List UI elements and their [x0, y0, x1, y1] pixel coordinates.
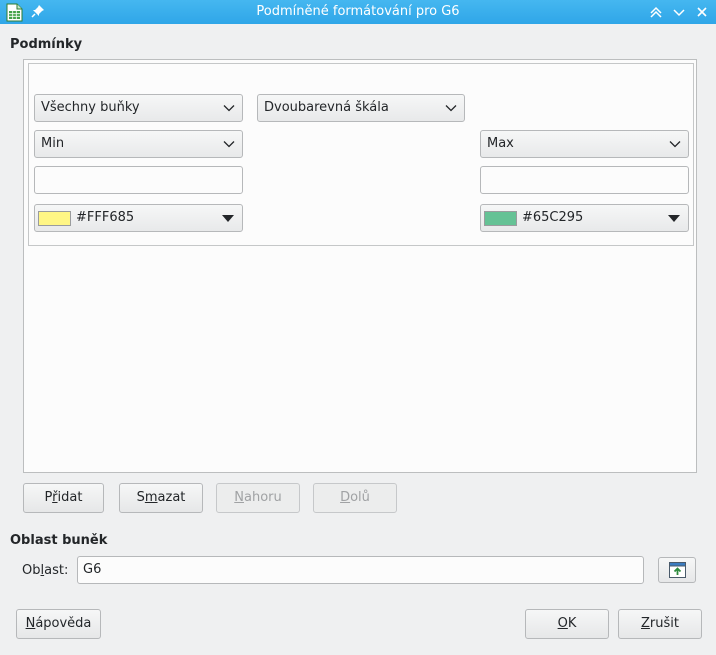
help-label-mnemonic: N	[25, 616, 36, 631]
min-type-dropdown[interactable]: Min	[34, 130, 243, 158]
move-down-label-rest: olů	[350, 490, 370, 505]
delete-button[interactable]: Smazat	[119, 483, 203, 513]
delete-label-rest: azat	[157, 490, 186, 505]
range-label: Oblast:	[22, 563, 68, 578]
move-up-button[interactable]: Nahoru	[216, 483, 300, 513]
ok-label-mnemonic: O	[557, 616, 568, 631]
move-up-label-mnemonic: N	[234, 490, 244, 505]
ok-label-rest: K	[567, 616, 577, 631]
max-color-label: #65C295	[522, 210, 584, 225]
chevron-down-icon	[669, 141, 681, 148]
help-button[interactable]: Nápověda	[16, 609, 101, 639]
max-color-swatch	[484, 211, 517, 226]
range-input[interactable]: G6	[77, 556, 644, 584]
move-down-label-mnemonic: D	[340, 490, 351, 505]
min-type-value: Min	[41, 136, 65, 151]
apply-to-dropdown[interactable]: Všechny buňky	[34, 94, 243, 122]
title-bar[interactable]: Podmíněné formátování pro G6	[0, 0, 716, 24]
close-icon[interactable]	[694, 4, 710, 20]
max-value-field[interactable]	[480, 166, 689, 194]
condition-entry[interactable]: Všechny buňky Dvoubarevná škála Min Max …	[28, 63, 694, 246]
apply-to-value: Všechny buňky	[41, 100, 140, 115]
minimize-icon[interactable]	[671, 4, 687, 20]
delete-label-mnemonic: m	[144, 490, 158, 505]
keep-above-icon[interactable]	[648, 4, 664, 20]
cell-range-heading: Oblast buněk	[10, 533, 108, 548]
cancel-label-rest: rušit	[649, 616, 679, 631]
max-color-picker[interactable]: #65C295	[480, 204, 689, 232]
range-label-text: Ob	[22, 563, 41, 578]
min-color-label: #FFF685	[76, 210, 135, 225]
min-value-field[interactable]	[34, 166, 243, 194]
delete-label: S	[136, 490, 145, 505]
chevron-down-icon	[445, 105, 457, 112]
window-title: Podmíněné formátování pro G6	[256, 4, 460, 19]
format-type-dropdown[interactable]: Dvoubarevná škála	[257, 94, 465, 122]
max-type-dropdown[interactable]: Max	[480, 130, 689, 158]
min-color-swatch	[38, 211, 71, 226]
add-label: P	[44, 490, 53, 505]
add-label-rest: idat	[57, 490, 83, 505]
dropdown-arrow-icon	[222, 215, 234, 222]
chevron-down-icon	[223, 105, 235, 112]
cancel-label-mnemonic: Z	[641, 616, 650, 631]
chevron-down-icon	[223, 141, 235, 148]
range-label-rest: ast:	[44, 563, 69, 578]
max-type-value: Max	[487, 136, 514, 151]
shrink-dialog-icon	[669, 562, 686, 578]
conditions-heading: Podmínky	[10, 37, 83, 52]
move-up-label-rest: ahoru	[243, 490, 282, 505]
help-label-rest: ápověda	[35, 616, 92, 631]
cancel-button[interactable]: Zrušit	[618, 609, 702, 639]
format-type-value: Dvoubarevná škála	[264, 100, 389, 115]
move-down-button[interactable]: Dolů	[313, 483, 397, 513]
ok-button[interactable]: OK	[525, 609, 609, 639]
conditions-list[interactable]: Všechny buňky Dvoubarevná škála Min Max …	[23, 59, 697, 473]
shrink-dialog-button[interactable]	[658, 557, 696, 583]
min-color-picker[interactable]: #FFF685	[34, 204, 243, 232]
dropdown-arrow-icon	[668, 215, 680, 222]
add-button[interactable]: Přidat	[23, 483, 104, 513]
